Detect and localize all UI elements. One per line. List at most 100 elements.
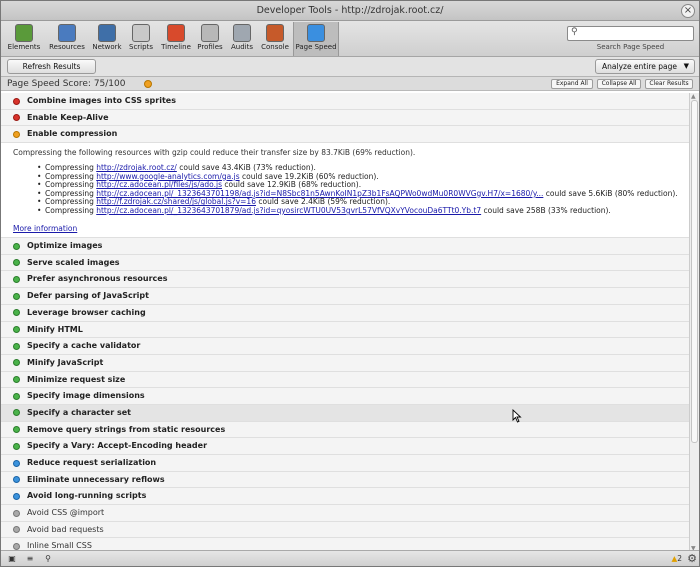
audits-icon: [233, 24, 251, 42]
green-status-icon: [13, 426, 20, 434]
scroll-up-icon[interactable]: ▲: [691, 93, 696, 100]
rule-label: Minify HTML: [27, 324, 83, 334]
rule-label: Specify a Vary: Accept-Encoding header: [27, 441, 208, 451]
console-toggle-icon[interactable]: ≡: [23, 553, 37, 564]
tab-console[interactable]: Console: [258, 22, 292, 56]
green-status-icon: [13, 409, 20, 417]
rule-row[interactable]: Remove query strings from static resourc…: [1, 421, 691, 439]
rule-row[interactable]: Prefer asynchronous resources: [1, 271, 691, 289]
bullet-icon: •: [37, 206, 42, 216]
scroll-thumb[interactable]: [691, 100, 698, 443]
score-bar: Page Speed Score: 75/100 Expand All Coll…: [1, 77, 699, 91]
search-icon: ⚲: [571, 27, 578, 37]
rule-row[interactable]: Specify a character set: [1, 404, 691, 422]
tab-network[interactable]: Network: [90, 22, 124, 56]
rule-label: Minimize request size: [27, 374, 126, 384]
rule-row[interactable]: Defer parsing of JavaScript: [1, 288, 691, 305]
tab-label: Profiles: [197, 43, 223, 51]
rule-label: Leverage browser caching: [27, 307, 146, 317]
rule-label: Avoid bad requests: [27, 524, 104, 534]
rule-row[interactable]: Optimize images: [1, 238, 691, 255]
rule-row[interactable]: Minify JavaScript: [1, 354, 691, 372]
rule-row[interactable]: Minimize request size: [1, 371, 691, 389]
rule-label: Prefer asynchronous resources: [27, 274, 168, 284]
tab-audits[interactable]: Audits: [228, 22, 256, 56]
enable-compression-details: Compressing the following resources with…: [1, 143, 691, 239]
rule-row[interactable]: Combine images into CSS sprites: [1, 93, 691, 110]
tab-scripts[interactable]: Scripts: [125, 22, 157, 56]
search-label: Search Page Speed: [596, 43, 665, 51]
rule-row[interactable]: Leverage browser caching: [1, 304, 691, 322]
detail-suffix: could save 258B (33% reduction).: [481, 206, 611, 216]
tab-timeline[interactable]: Timeline: [159, 22, 193, 56]
rule-label: Defer parsing of JavaScript: [27, 291, 149, 301]
elements-icon: [15, 24, 33, 42]
green-status-icon: [13, 392, 20, 400]
tab-label: Timeline: [161, 43, 191, 51]
rule-row[interactable]: Specify a cache validator: [1, 338, 691, 355]
rule-row[interactable]: Specify image dimensions: [1, 388, 691, 405]
gray-status-icon: [13, 542, 20, 550]
rule-row[interactable]: Eliminate unnecessary reflows: [1, 471, 691, 489]
vertical-scrollbar[interactable]: ▲ ▼: [689, 93, 699, 552]
green-status-icon: [13, 342, 20, 350]
more-information-link[interactable]: More information: [13, 224, 77, 233]
rule-label: Specify a cache validator: [27, 341, 141, 351]
green-status-icon: [13, 326, 20, 333]
detail-suffix: could save 5.6KiB (80% reduction).: [543, 188, 678, 198]
close-window-button[interactable]: ×: [681, 4, 695, 18]
page-speed-icon: [307, 24, 325, 42]
refresh-results-button[interactable]: Refresh Results: [7, 59, 96, 74]
rule-label: Eliminate unnecessary reflows: [27, 474, 165, 484]
rule-row[interactable]: Reduce request serialization: [1, 455, 691, 472]
tab-label: Console: [261, 43, 289, 51]
rule-row[interactable]: Enable compression: [1, 126, 691, 144]
rule-row[interactable]: Avoid long-running scripts: [1, 488, 691, 506]
window-title: Developer Tools - http://zdrojak.root.cz…: [256, 5, 444, 16]
dock-icon[interactable]: ▣: [5, 553, 19, 564]
green-status-icon: [13, 309, 20, 317]
devtools-window: Developer Tools - http://zdrojak.root.cz…: [0, 0, 700, 567]
tab-resources[interactable]: Resources: [45, 22, 89, 56]
panel-toolbar: Elements Resources Network Scripts Timeline P…: [1, 21, 699, 57]
gray-status-icon: [13, 509, 20, 517]
rule-label: Avoid CSS @import: [27, 508, 105, 518]
tab-elements[interactable]: Elements: [5, 22, 43, 56]
rule-row[interactable]: Specify a Vary: Accept-Encoding header: [1, 438, 691, 455]
blue-status-icon: [13, 492, 20, 500]
resources-icon: [58, 24, 76, 42]
rule-row[interactable]: Avoid CSS @import: [1, 505, 691, 522]
warnings-count[interactable]: ▲2: [671, 553, 682, 564]
rule-row[interactable]: Minify HTML: [1, 321, 691, 339]
search-box[interactable]: ⚲: [567, 26, 694, 41]
rule-label: Minify JavaScript: [27, 357, 104, 367]
warnings-number: 2: [677, 554, 682, 563]
tab-profiles[interactable]: Profiles: [194, 22, 226, 56]
collapse-all-button[interactable]: Collapse All: [597, 79, 641, 89]
dropdown-arrow-icon: ▼: [683, 62, 689, 70]
rule-label: Avoid long-running scripts: [27, 491, 147, 501]
rule-row[interactable]: Avoid bad requests: [1, 521, 691, 539]
scripts-icon: [132, 24, 150, 42]
search-input[interactable]: [582, 28, 690, 39]
rule-row[interactable]: Enable Keep-Alive: [1, 109, 691, 127]
green-status-icon: [13, 442, 20, 450]
red-status-icon: [13, 97, 20, 105]
detail-list: • Compressing http://zdrojak.root.cz/ cou…: [37, 163, 679, 216]
tab-label: Scripts: [129, 43, 153, 51]
clear-results-button[interactable]: Clear Results: [645, 79, 693, 89]
tab-page-speed[interactable]: Page Speed: [293, 22, 339, 56]
rule-label: Serve scaled images: [27, 257, 120, 267]
rule-row[interactable]: Serve scaled images: [1, 254, 691, 272]
expand-all-button[interactable]: Expand All: [551, 79, 593, 89]
tab-label: Resources: [49, 43, 85, 51]
tab-label: Network: [92, 43, 122, 51]
timeline-icon: [167, 24, 185, 42]
inspect-search-icon[interactable]: ⚲: [41, 553, 55, 564]
detail-item: • Compressing http://cz.adocean.pl/_13236…: [37, 206, 679, 216]
gear-icon[interactable]: ⚙: [687, 552, 697, 565]
green-status-icon: [13, 292, 20, 300]
rule-label: Remove query strings from static resourc…: [27, 424, 226, 434]
resource-link[interactable]: http://cz.adocean.pl/_1323643701879/ad.j…: [96, 206, 481, 215]
analyze-scope-select[interactable]: Analyze entire page ▼: [595, 59, 695, 74]
